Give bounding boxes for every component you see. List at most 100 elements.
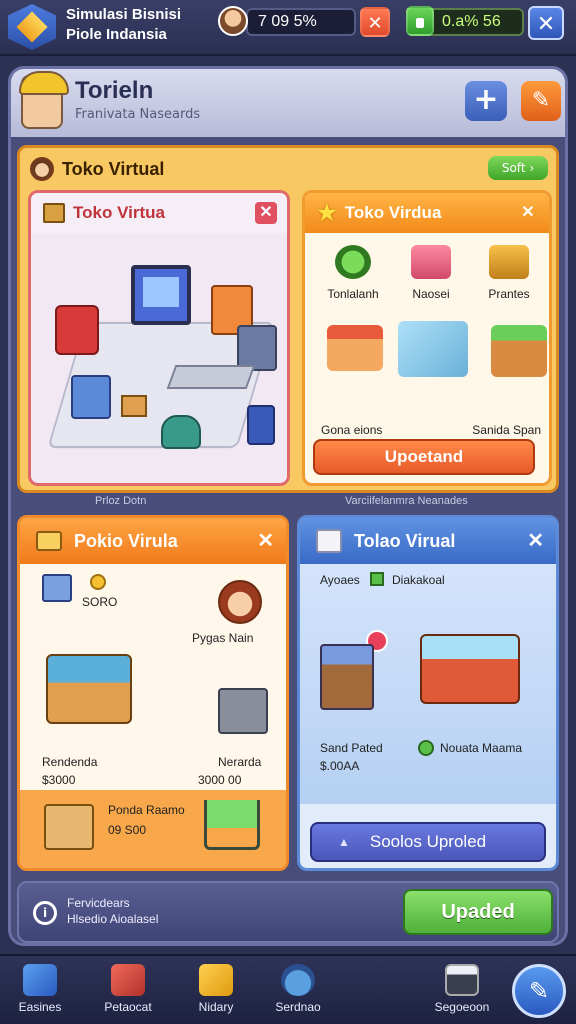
panel-subtitle: Franivata Naseards (75, 107, 201, 122)
trolley-icon (247, 405, 275, 445)
update-button[interactable]: Upaded (403, 889, 553, 935)
pink-tokens-icon (411, 245, 451, 279)
nav-item-segoeoon[interactable]: Segoeoon (422, 964, 502, 1014)
upgrade-secondary-button[interactable]: ▲ Soolos Uproled (310, 822, 546, 862)
item-name: Rendenda (42, 755, 98, 769)
label-left-1: Sand Pated (320, 741, 383, 755)
tag-left: Ayoaes (320, 573, 360, 587)
close-icon[interactable]: ✕ (255, 202, 277, 224)
info-line1: Fervicdears (67, 896, 130, 910)
green-dot-icon (418, 740, 434, 756)
currency-value: 0.a% 56 (442, 13, 501, 30)
blue-cabinet-icon (71, 375, 111, 419)
shop-icon (111, 964, 145, 996)
tool-button[interactable]: ✎ (521, 81, 561, 121)
business-icon (23, 964, 57, 996)
robot-icon (161, 415, 201, 449)
card-header: Pokio Virula ✕ (20, 518, 286, 564)
upgrade-button[interactable]: Upoetand (313, 439, 535, 475)
folder-icon (36, 531, 62, 551)
red-close-icon[interactable]: ✕ (360, 7, 390, 37)
kiosk-icon (320, 644, 374, 710)
green-check-icon (370, 572, 384, 586)
info-text: Fervicdears Hlsedio Aioalasel (67, 895, 158, 927)
register-icon (445, 964, 479, 996)
face-icon (30, 157, 54, 181)
chat-icon (199, 964, 233, 996)
app-title-line1: Simulasi Bisnisi (66, 6, 182, 23)
nav-item-nidary[interactable]: Nidary (176, 964, 256, 1014)
caption-right: Varciifelanmra Neanades (345, 495, 468, 507)
caption-left: Prloz Dotn (95, 495, 147, 507)
monitor-icon (131, 265, 191, 325)
pokio-virula-card: Pokio Virula ✕ SORO Pygas Nain Rendenda … (17, 515, 289, 871)
keyboard-icon (166, 365, 256, 389)
office-subcard-title: Toko Virtua (73, 203, 165, 222)
button-label: Soolos Uproled (369, 832, 487, 851)
items-label: Sanida Span (472, 423, 541, 437)
shopping-cart-icon (204, 800, 260, 850)
nav-label: Serdnao (275, 1000, 321, 1014)
office-illustration (41, 245, 281, 475)
parcel-icon (489, 245, 529, 279)
close-button[interactable]: ✕ (528, 6, 564, 40)
app-title-line2: Piole Indansia (66, 26, 167, 43)
shop-item[interactable] (395, 321, 471, 385)
package-icon (316, 529, 342, 553)
office-subcard-header: Toko Virtua ✕ (31, 193, 287, 233)
open-box-icon (44, 804, 94, 850)
worker-avatar-icon (19, 71, 69, 129)
card-title: Pokio Virula (74, 530, 178, 551)
label-right: Nouata Maama (440, 741, 523, 755)
shop-item[interactable] (317, 325, 393, 379)
label-left-2: $.00AA (320, 759, 360, 773)
close-icon[interactable]: ✕ (517, 202, 539, 224)
footer-price: 09 S00 (108, 823, 147, 837)
box-icon (43, 203, 65, 223)
cash-register-icon (218, 688, 268, 734)
item-grid: Tonlalanh Naosei Prantes (315, 245, 547, 425)
shop-item[interactable]: Prantes (471, 245, 547, 301)
plant-box-icon (491, 325, 547, 377)
nav-label: Easines (18, 1000, 62, 1014)
shop-item[interactable]: Naosei (393, 245, 469, 301)
stall-icon (46, 654, 132, 724)
card-footer[interactable]: Ponda Raamo 09 S00 (20, 790, 286, 868)
nav-item-serdnao[interactable]: Serdnao (258, 964, 338, 1014)
card-header: Toko Virtual (30, 154, 164, 184)
info-bar: i Fervicdears Hlsedio Aioalasel Upaded (17, 881, 559, 943)
top-bar: Simulasi Bisnisi Piole Indansia 7 09 5% … (0, 0, 576, 56)
info-line2: Hlsedio Aioalasel (67, 912, 159, 926)
close-icon[interactable]: ✕ (257, 528, 274, 553)
shop-item[interactable] (481, 325, 549, 385)
items-subcard-title: Toko Virdua (344, 203, 442, 222)
stats-value: 7 09 5% (258, 13, 317, 30)
shop-item-label: Naosei (412, 287, 450, 301)
info-icon[interactable]: i (33, 901, 57, 925)
office-subcard[interactable]: Toko Virtua ✕ (28, 190, 290, 486)
game-logo-icon (8, 4, 56, 50)
card-title: Toko Virtual (62, 158, 165, 179)
player-avatar[interactable] (218, 6, 248, 36)
soft-button[interactable]: Soft › (488, 156, 548, 180)
person-label: Pygas Nain (192, 631, 254, 645)
card-header: Tolao Virual ✕ (300, 518, 556, 564)
shop-item[interactable]: Tonlalanh (315, 245, 391, 301)
person-portrait (218, 580, 262, 624)
item-name: Nerarda (218, 755, 262, 769)
green-coin-icon (335, 245, 371, 279)
counter-display-icon (420, 634, 520, 704)
triangle-icon: ▲ (338, 835, 350, 849)
star-icon: ★ (317, 200, 337, 225)
bottom-nav: Easines Petaocat Nidary Serdnao Segoeoon… (0, 954, 576, 1024)
item-price: 3000 00 (198, 773, 242, 787)
card-title: Tolao Virual (354, 530, 456, 551)
add-button[interactable]: + (465, 81, 507, 121)
shop-item-label: Tonlalanh (327, 287, 379, 301)
nav-item-petaocat[interactable]: Petaocat (88, 964, 168, 1014)
nav-item-easines[interactable]: Easines (0, 964, 80, 1014)
lock-icon[interactable] (406, 6, 434, 36)
edit-fab-button[interactable]: ✎ (512, 964, 566, 1018)
close-icon[interactable]: ✕ (527, 528, 544, 553)
nav-label: Nidary (198, 1000, 234, 1014)
